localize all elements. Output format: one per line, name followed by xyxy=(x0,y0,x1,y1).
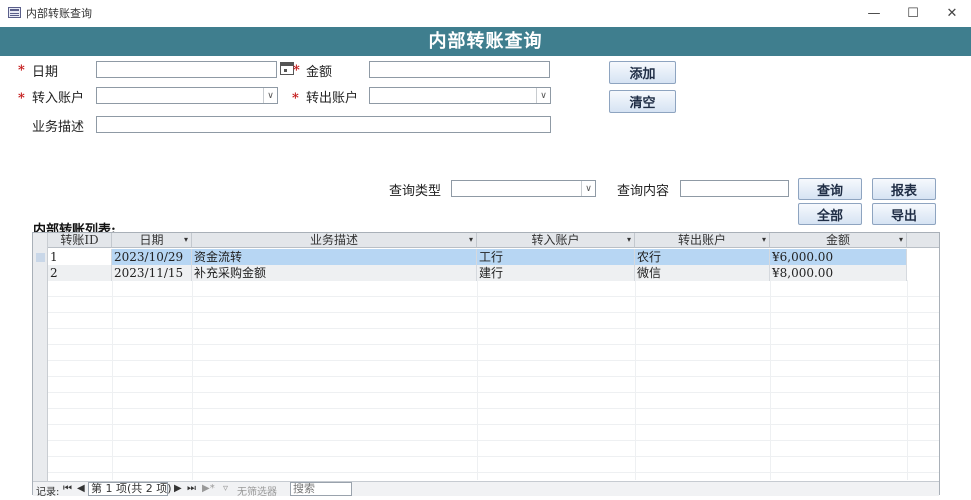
clear-button[interactable]: 清空 xyxy=(609,90,676,113)
required-mark: * xyxy=(18,63,25,78)
close-button[interactable]: ✕ xyxy=(932,0,971,26)
chevron-down-icon[interactable]: ▾ xyxy=(899,233,903,247)
grid-line xyxy=(48,456,939,457)
chevron-down-icon[interactable]: ▾ xyxy=(627,233,631,247)
window-title: 内部转账查询 xyxy=(26,7,92,20)
export-button[interactable]: 导出 xyxy=(872,203,936,225)
record-navigation-bar: 记录: ⏮ ◀ 第 1 项(共 2 项) ▶ ⏭ ▶* ▿ 无筛选器 xyxy=(33,481,939,498)
cell-id[interactable]: 2 xyxy=(48,265,112,281)
query-content-label: 查询内容 xyxy=(617,184,670,199)
column-header-label: 业务描述 xyxy=(309,233,358,247)
grid-line xyxy=(48,376,939,377)
required-mark: * xyxy=(292,91,299,106)
grid-line xyxy=(48,296,939,297)
cell-in-account[interactable]: 工行 xyxy=(477,249,635,265)
out-account-label: 转出账户 xyxy=(306,91,359,106)
amount-label: 金额 xyxy=(306,65,333,80)
chevron-down-icon[interactable]: ∨ xyxy=(536,88,550,103)
query-button[interactable]: 查询 xyxy=(798,178,862,200)
grid-line xyxy=(48,408,939,409)
column-header-amount[interactable]: 金额 ▾ xyxy=(770,233,907,248)
cell-out-account[interactable]: 农行 xyxy=(635,249,770,265)
page-title: 内部转账查询 xyxy=(428,31,543,52)
grid-line xyxy=(192,280,193,480)
chevron-down-icon[interactable]: ▾ xyxy=(762,233,766,247)
cell-amount[interactable]: ¥6,000.00 xyxy=(770,249,907,265)
date-label: 日期 xyxy=(32,65,59,80)
report-button[interactable]: 报表 xyxy=(872,178,936,200)
record-selector-column[interactable] xyxy=(33,233,48,481)
column-header-id[interactable]: 转账ID xyxy=(48,233,112,248)
in-account-combo[interactable]: ∨ xyxy=(96,87,278,104)
query-content-field[interactable] xyxy=(680,180,789,197)
add-button[interactable]: 添加 xyxy=(609,61,676,84)
table-row[interactable]: 2 2023/11/15 补充采购金额 建行 微信 ¥8,000.00 xyxy=(48,265,907,281)
column-header-label: 转入账户 xyxy=(531,233,580,247)
column-header-desc[interactable]: 业务描述 ▾ xyxy=(192,233,477,248)
grid-line xyxy=(770,280,771,480)
in-account-label: 转入账户 xyxy=(32,91,85,106)
grid-line xyxy=(48,472,939,473)
cell-desc[interactable]: 资金流转 xyxy=(192,249,477,265)
column-header-empty xyxy=(907,233,939,248)
grid-line xyxy=(112,280,113,480)
column-header-label: 转出账户 xyxy=(677,233,726,247)
form-icon xyxy=(8,7,21,18)
grid-line xyxy=(48,344,939,345)
chevron-down-icon[interactable]: ∨ xyxy=(581,181,595,196)
window-titlebar xyxy=(0,0,971,26)
all-button[interactable]: 全部 xyxy=(798,203,862,225)
column-header-date[interactable]: 日期 ▾ xyxy=(112,233,192,248)
cell-date[interactable]: 2023/11/15 xyxy=(112,265,192,281)
table-row[interactable]: 1 2023/10/29 资金流转 工行 农行 ¥6,000.00 xyxy=(48,249,907,265)
grid-line xyxy=(48,360,939,361)
grid-line xyxy=(635,280,636,480)
column-header-in-account[interactable]: 转入账户 ▾ xyxy=(477,233,635,248)
grid-line xyxy=(48,392,939,393)
grid-line xyxy=(477,280,478,480)
last-record-button[interactable]: ⏭ xyxy=(187,483,196,494)
grid-line xyxy=(48,312,939,313)
date-field[interactable] xyxy=(96,61,277,78)
column-header-label: 金额 xyxy=(825,233,850,247)
calendar-icon[interactable] xyxy=(280,62,294,75)
grid-line xyxy=(48,328,939,329)
funnel-icon: ▿ xyxy=(223,483,229,494)
chevron-down-icon[interactable]: ▾ xyxy=(184,233,188,247)
minimize-button[interactable]: — xyxy=(854,0,894,26)
cell-amount[interactable]: ¥8,000.00 xyxy=(770,265,907,281)
column-header-label: 日期 xyxy=(139,233,164,247)
maximize-button[interactable]: ☐ xyxy=(893,0,933,26)
filter-status[interactable]: 无筛选器 xyxy=(237,483,277,498)
query-type-label: 查询类型 xyxy=(389,184,442,199)
desc-label: 业务描述 xyxy=(32,120,85,135)
cell-desc[interactable]: 补充采购金额 xyxy=(192,265,477,281)
cell-out-account[interactable]: 微信 xyxy=(635,265,770,281)
record-position[interactable]: 第 1 项(共 2 项) xyxy=(88,482,172,496)
desc-field[interactable] xyxy=(96,116,551,133)
chevron-down-icon[interactable]: ∨ xyxy=(263,88,277,103)
first-record-button[interactable]: ⏮ xyxy=(63,483,72,494)
grid-line xyxy=(48,424,939,425)
column-header-label: 转账ID xyxy=(60,233,99,247)
next-record-button[interactable]: ▶ xyxy=(174,483,182,494)
cell-id[interactable]: 1 xyxy=(48,249,112,265)
search-input[interactable] xyxy=(290,482,352,496)
prev-record-button[interactable]: ◀ xyxy=(77,483,85,494)
cell-date[interactable]: 2023/10/29 xyxy=(112,249,192,265)
required-mark: * xyxy=(293,63,300,78)
chevron-down-icon[interactable]: ▾ xyxy=(469,233,473,247)
current-record-marker xyxy=(36,253,45,262)
grid-line xyxy=(907,280,908,480)
cell-in-account[interactable]: 建行 xyxy=(477,265,635,281)
column-header-out-account[interactable]: 转出账户 ▾ xyxy=(635,233,770,248)
record-label: 记录: xyxy=(36,487,60,498)
grid-line xyxy=(48,440,939,441)
new-record-button[interactable]: ▶* xyxy=(202,483,215,494)
query-type-combo[interactable]: ∨ xyxy=(451,180,596,197)
amount-field[interactable] xyxy=(369,61,550,78)
out-account-combo[interactable]: ∨ xyxy=(369,87,551,104)
required-mark: * xyxy=(18,91,25,106)
